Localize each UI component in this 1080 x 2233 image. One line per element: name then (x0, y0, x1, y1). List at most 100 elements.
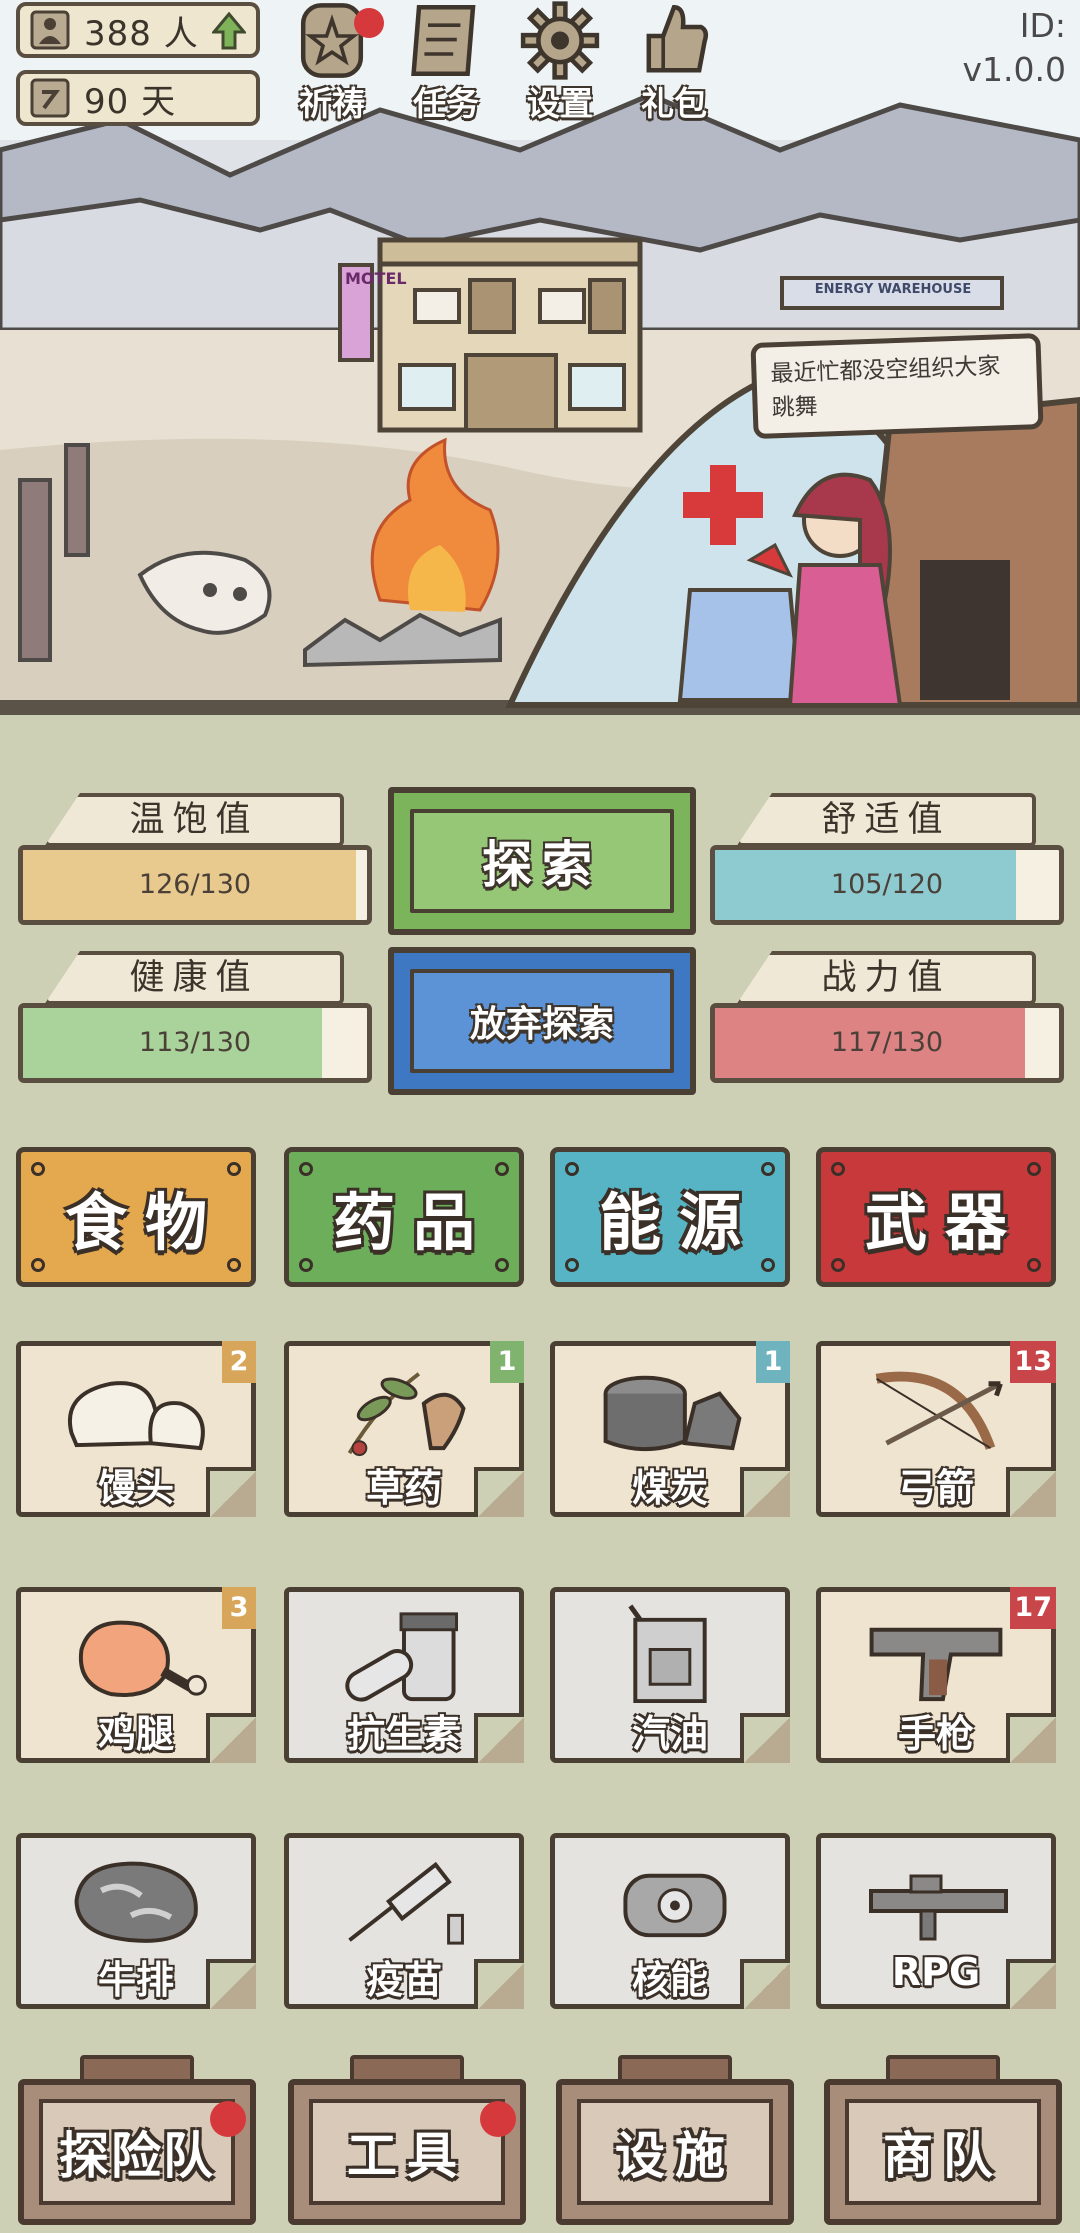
page-curl (1006, 1959, 1056, 2009)
item-steak[interactable]: 牛排 (16, 1833, 256, 2009)
rivet (31, 1258, 45, 1272)
notification-dot (480, 2101, 516, 2137)
crate-body: 工具 (288, 2079, 526, 2225)
item-steamed-bun[interactable]: 馒头 2 (16, 1341, 256, 1517)
notification-dot (210, 2101, 246, 2137)
rivet (565, 1258, 579, 1272)
day-counter: 90 天 (16, 70, 260, 126)
population-value: 388 人 (84, 13, 199, 54)
item-count-badge: 1 (756, 1341, 790, 1383)
page-curl (206, 1959, 256, 2009)
health-value: 113/130 (138, 1027, 252, 1058)
rivet (831, 1258, 845, 1272)
abandon-explore-label: 放弃探索 (410, 969, 674, 1073)
item-name: 汽油 (631, 1712, 708, 1756)
item-rpg[interactable]: RPG (816, 1833, 1056, 2009)
combat-title: 战力值 (736, 951, 1036, 1005)
abandon-explore-button[interactable]: 放弃探索 (388, 947, 696, 1095)
page-curl (206, 1467, 256, 1517)
item-herb[interactable]: 草药 1 (284, 1341, 524, 1517)
gift-pack-button[interactable]: 礼包 (624, 0, 724, 125)
tab-food-label: 食物 (64, 1186, 225, 1259)
item-antibiotic[interactable]: 抗生素 (284, 1587, 524, 1763)
game-scene: 388 人 90 天 祈祷 任务 设置 礼包 ID: v1.0.0 ENERGY… (0, 0, 1080, 715)
tab-medicine[interactable]: 药品 (284, 1147, 524, 1287)
control-panel: 温饱值 126/130 健康值 113/130 舒适值 105/120 战力值 … (0, 715, 1080, 2233)
nav-expedition-team[interactable]: 探险队 (18, 2055, 256, 2225)
item-name: 弓箭 (897, 1466, 974, 1510)
comfort-title: 舒适值 (736, 793, 1036, 847)
item-nuclear[interactable]: 核能 (550, 1833, 790, 2009)
page-curl (474, 1959, 524, 2009)
comfort-value: 105/120 (830, 869, 944, 900)
warehouse-sign: ENERGY WAREHOUSE (814, 282, 972, 297)
notification-dot (354, 8, 384, 38)
rivet (565, 1162, 579, 1176)
tab-energy[interactable]: 能源 (550, 1147, 790, 1287)
item-vaccine[interactable]: 疫苗 (284, 1833, 524, 2009)
settings-label: 设置 (527, 84, 593, 123)
people-icon (30, 10, 70, 50)
rivet (31, 1162, 45, 1176)
tab-weapons[interactable]: 武器 (816, 1147, 1056, 1287)
satiety-stat: 温饱值 126/130 (0, 785, 372, 925)
comfort-stat: 舒适值 105/120 (692, 785, 1064, 925)
settings-button[interactable]: 设置 (510, 0, 610, 125)
nav-tools[interactable]: 工具 (288, 2055, 526, 2225)
explore-button[interactable]: 探索 (388, 787, 696, 935)
rivet (299, 1162, 313, 1176)
rivet (1027, 1162, 1041, 1176)
page-curl (206, 1713, 256, 1763)
item-name: 馒头 (97, 1466, 174, 1510)
tab-medicine-label: 药品 (332, 1186, 493, 1259)
item-name: 手枪 (897, 1712, 974, 1756)
satiety-value: 126/130 (138, 869, 252, 900)
rivet (299, 1258, 313, 1272)
rivet (831, 1162, 845, 1176)
nav-caravan-label: 商队 (845, 2099, 1041, 2205)
nav-caravan[interactable]: 商队 (824, 2055, 1062, 2225)
rivet (227, 1258, 241, 1272)
satiety-title: 温饱值 (44, 793, 344, 847)
chicken-leg-icon (78, 1620, 207, 1697)
item-chicken-leg[interactable]: 鸡腿 3 (16, 1587, 256, 1763)
npc-speech-bubble[interactable]: 最近忙都没空组织大家跳舞 (750, 332, 1044, 440)
combat-value: 117/130 (830, 1027, 944, 1058)
item-gasoline[interactable]: 汽油 (550, 1587, 790, 1763)
syringe-icon (348, 1861, 464, 1945)
nav-tools-label: 工具 (309, 2099, 505, 2205)
crate-body: 设施 (556, 2079, 794, 2225)
steamed-bun-icon (68, 1381, 205, 1451)
page-curl (474, 1467, 524, 1517)
crate-body: 商队 (824, 2079, 1062, 2225)
tab-food[interactable]: 食物 (16, 1147, 256, 1287)
item-bow[interactable]: 弓箭 13 (816, 1341, 1056, 1517)
item-name: 抗生素 (346, 1712, 461, 1756)
page-curl (1006, 1713, 1056, 1763)
rocket-launcher-icon (869, 1874, 1008, 1941)
item-name: 牛排 (97, 1958, 174, 2002)
tab-energy-label: 能源 (598, 1186, 759, 1259)
pistol-icon (869, 1627, 1003, 1702)
page-curl (1006, 1467, 1056, 1517)
page-curl (740, 1959, 790, 2009)
comfort-bar: 105/120 (710, 845, 1064, 925)
gear-icon (520, 1, 600, 80)
health-stat: 健康值 113/130 (0, 943, 372, 1083)
health-title: 健康值 (44, 951, 344, 1005)
page-curl (740, 1467, 790, 1517)
item-name: 草药 (365, 1466, 442, 1510)
health-bar: 113/130 (18, 1003, 372, 1083)
pray-button[interactable]: 祈祷 (282, 0, 384, 125)
tasks-label: 任务 (413, 84, 479, 123)
satiety-bar: 126/130 (18, 845, 372, 925)
calendar-icon (30, 78, 70, 118)
item-coal[interactable]: 煤炭 1 (550, 1341, 790, 1517)
tasks-button[interactable]: 任务 (396, 0, 496, 125)
item-pistol[interactable]: 手枪 17 (816, 1587, 1056, 1763)
crate-body: 探险队 (18, 2079, 256, 2225)
tab-weapons-label: 武器 (864, 1186, 1025, 1259)
nav-facilities[interactable]: 设施 (556, 2055, 794, 2225)
explore-label: 探索 (410, 809, 674, 913)
upgrade-arrow-icon[interactable] (212, 12, 246, 50)
